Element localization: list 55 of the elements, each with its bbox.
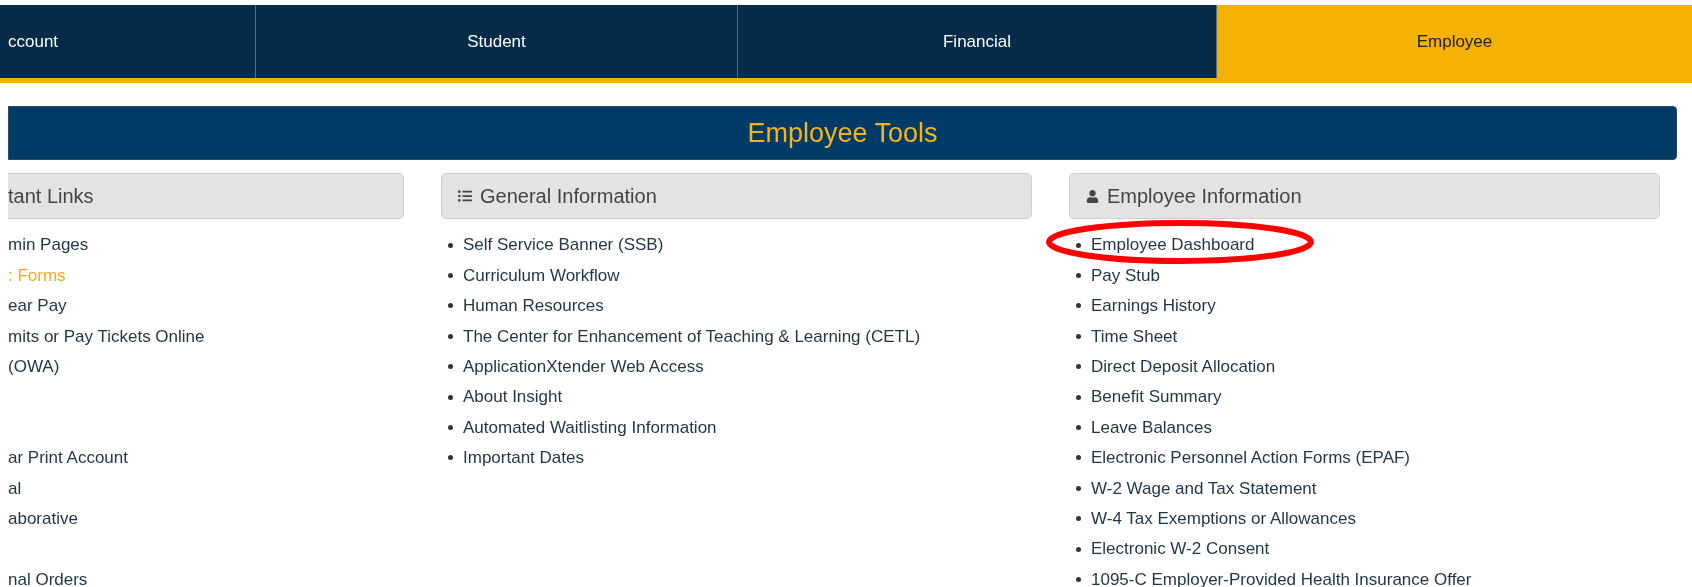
bullet-icon: [1076, 577, 1081, 582]
link[interactable]: min Pages: [8, 232, 89, 258]
bullet-icon: [1076, 303, 1081, 309]
bullet-icon: [1076, 455, 1081, 461]
link[interactable]: W-4 Tax Exemptions or Allowances: [1091, 505, 1356, 532]
bullet-icon: [448, 394, 453, 400]
link[interactable]: Electronic Personnel Action Forms (EPAF): [1091, 445, 1410, 471]
link[interactable]: Electronic W-2 Consent: [1091, 536, 1270, 562]
link[interactable]: Self Service Banner (SSB): [463, 232, 664, 258]
user-icon: [1086, 189, 1099, 203]
link[interactable]: Time Sheet: [1091, 323, 1178, 350]
link[interactable]: Benefit Summary: [1091, 384, 1222, 410]
link[interactable]: aborative: [8, 506, 78, 532]
link[interactable]: About Insight: [463, 384, 563, 410]
bullet-icon: [448, 425, 453, 431]
link[interactable]: W-2 Wage and Tax Statement: [1091, 475, 1317, 502]
nav-tab[interactable]: ccount: [0, 5, 255, 78]
panel-title: Employee Information: [1107, 184, 1302, 209]
link[interactable]: ear Pay: [8, 293, 67, 319]
bullet-icon: [1076, 364, 1081, 370]
link[interactable]: Leave Balances: [1091, 414, 1212, 441]
link[interactable]: ar Print Account: [8, 445, 128, 471]
link[interactable]: ApplicationXtender Web Access: [463, 354, 704, 380]
bullet-icon: [1076, 242, 1081, 248]
bullet-icon: [1076, 273, 1081, 279]
bullet-icon: [448, 242, 453, 248]
link[interactable]: Curriculum Workflow: [463, 262, 620, 289]
bullet-icon: [448, 455, 453, 461]
link[interactable]: Direct Deposit Allocation: [1091, 354, 1276, 380]
bullet-icon: [1076, 516, 1081, 522]
bullet-icon: [448, 303, 453, 309]
link[interactable]: mits or Pay Tickets Online: [8, 323, 205, 350]
list-icon: [458, 189, 472, 203]
link[interactable]: Automated Waitlisting Information: [463, 414, 717, 441]
bullet-icon: [448, 333, 453, 339]
panel-title: tant Links: [8, 184, 94, 209]
link[interactable]: The Center for Enhancement of Teaching & Learning (CETL): [463, 323, 921, 350]
bullet-icon: [1076, 485, 1081, 491]
bullet-icon: [448, 364, 453, 370]
link[interactable]: (OWA): [8, 354, 60, 380]
bullet-icon: [448, 273, 453, 279]
link[interactable]: al: [8, 475, 22, 502]
link[interactable]: Important Dates: [463, 445, 584, 471]
nav-tab[interactable]: Student: [255, 5, 737, 78]
nav-tab[interactable]: Employee: [1216, 5, 1692, 78]
link[interactable]: Earnings History: [1091, 293, 1216, 319]
panel-title: General Information: [480, 184, 657, 209]
bullet-icon: [1076, 333, 1081, 339]
bullet-icon: [1076, 394, 1081, 400]
link[interactable]: nal Orders: [8, 566, 88, 587]
bullet-icon: [1076, 546, 1081, 552]
link[interactable]: Human Resources: [463, 293, 604, 319]
bullet-icon: [1076, 425, 1081, 431]
link[interactable]: Pay Stub: [1091, 262, 1160, 289]
section-title: Employee Tools: [747, 116, 938, 150]
